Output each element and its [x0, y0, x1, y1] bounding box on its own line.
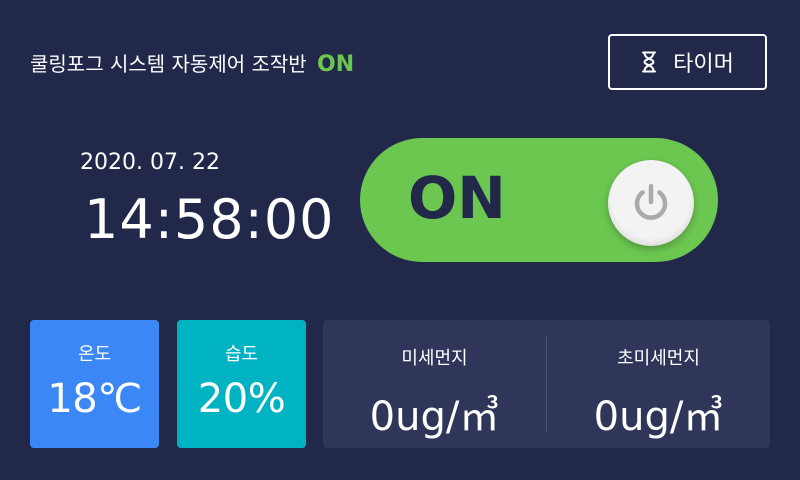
fine-dust-label: 미세먼지 — [401, 348, 468, 369]
current-time: 14:58:00 — [84, 188, 335, 251]
fine-dust-section: 미세먼지 0ug/㎥ — [323, 320, 546, 448]
humidity-value: 20% — [197, 376, 286, 422]
timer-button-label: 타이머 — [673, 52, 734, 77]
power-knob[interactable] — [608, 160, 694, 246]
current-date: 2020. 07. 22 — [80, 150, 220, 175]
ultrafine-dust-label: 초미세먼지 — [617, 348, 700, 369]
temperature-card: 온도 18℃ — [30, 320, 159, 448]
dust-panel: 미세먼지 0ug/㎥ 초미세먼지 0ug/㎥ — [323, 320, 770, 448]
panel-title-text: 쿨링포그 시스템 자동제어 조작반 — [30, 52, 307, 76]
temperature-value: 18℃ — [47, 376, 142, 422]
fine-dust-value: 0ug/㎥ — [369, 394, 500, 440]
power-icon — [634, 183, 668, 220]
system-status: ON — [317, 52, 355, 77]
hourglass-icon — [642, 51, 657, 73]
humidity-label: 습도 — [224, 344, 259, 365]
ultrafine-dust-section: 초미세먼지 0ug/㎥ — [547, 320, 770, 448]
power-toggle-label: ON — [408, 164, 506, 232]
timer-button[interactable]: 타이머 — [608, 34, 767, 90]
ultrafine-dust-value: 0ug/㎥ — [593, 394, 724, 440]
panel-title: 쿨링포그 시스템 자동제어 조작반 ON — [30, 48, 354, 77]
power-toggle[interactable]: ON — [360, 138, 718, 262]
humidity-card: 습도 20% — [177, 320, 306, 448]
temperature-label: 온도 — [77, 344, 112, 365]
